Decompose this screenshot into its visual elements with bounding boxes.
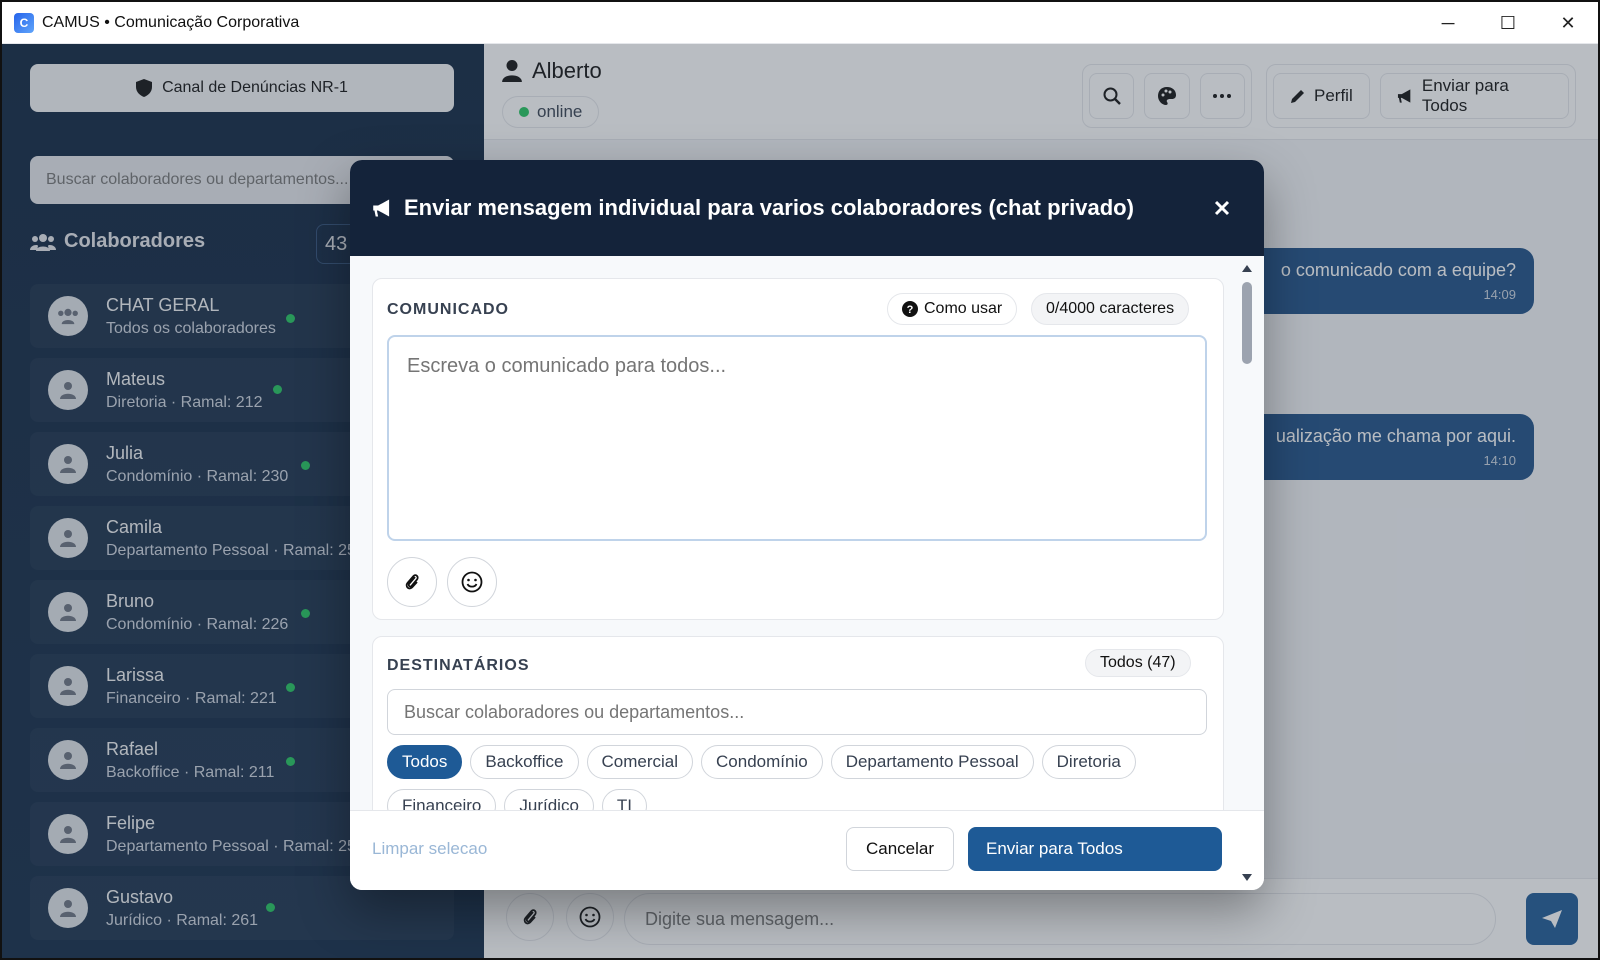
modal-footer: Limpar selecao Cancelar Enviar para Todo… (350, 810, 1264, 890)
app-window: C CAMUS • Comunicação Corporativa ─ ☐ ✕ … (0, 0, 1600, 960)
chip-comercial[interactable]: Comercial (586, 745, 694, 779)
modal-body: COMUNICADO ? Como usar 0/4000 caracteres (350, 256, 1264, 810)
close-window-button[interactable]: ✕ (1538, 2, 1598, 44)
modal-close-button[interactable] (1208, 194, 1236, 222)
chip-departamento-pessoal[interactable]: Departamento Pessoal (830, 745, 1034, 779)
minimize-button[interactable]: ─ (1418, 2, 1478, 44)
window-controls: ─ ☐ ✕ (1418, 2, 1598, 44)
help-button[interactable]: ? Como usar (887, 293, 1018, 325)
communique-card: COMUNICADO ? Como usar 0/4000 caracteres (372, 278, 1224, 620)
recipients-search-input[interactable] (387, 689, 1207, 735)
chip-condominio[interactable]: Condomínio (701, 745, 823, 779)
modal-header: Enviar mensagem individual para varios c… (350, 160, 1264, 256)
scroll-down-icon[interactable] (1242, 874, 1252, 882)
help-label: Como usar (924, 300, 1003, 317)
send-to-all-button[interactable]: Enviar para Todos (968, 827, 1222, 871)
attach-file-button[interactable] (387, 557, 437, 607)
window-title: CAMUS • Comunicação Corporativa (42, 13, 300, 31)
char-counter-text: 0/4000 caracteres (1046, 300, 1175, 317)
title-bar: C CAMUS • Comunicação Corporativa ─ ☐ ✕ (2, 2, 1598, 44)
recipients-card: DESTINATÁRIOS Todos (47) Todos Backoffic… (372, 636, 1224, 810)
chip-financeiro[interactable]: Financeiro (387, 789, 497, 810)
char-counter: 0/4000 caracteres (1031, 293, 1190, 325)
communique-title: COMUNICADO (387, 301, 509, 318)
recipients-total-text: Todos (47) (1100, 654, 1176, 671)
svg-text:?: ? (907, 304, 914, 316)
communique-textarea[interactable] (387, 335, 1207, 541)
megaphone-icon (373, 199, 390, 217)
clear-selection-link[interactable]: Limpar selecao (372, 839, 487, 859)
cancel-button[interactable]: Cancelar (846, 827, 954, 871)
chip-ti[interactable]: TI (601, 789, 648, 810)
recipients-total: Todos (47) (1085, 649, 1191, 677)
emoji-picker-button[interactable] (447, 557, 497, 607)
emoji-icon (461, 571, 483, 593)
recipients-title: DESTINATÁRIOS (387, 657, 530, 674)
close-icon (1214, 200, 1230, 216)
modal-title: Enviar mensagem individual para varios c… (404, 195, 1134, 220)
chip-diretoria[interactable]: Diretoria (1041, 745, 1136, 779)
broadcast-modal: Enviar mensagem individual para varios c… (350, 160, 1264, 890)
chip-backoffice[interactable]: Backoffice (470, 745, 579, 779)
chip-todos[interactable]: Todos (387, 745, 463, 779)
department-chips: Todos Backoffice Comercial Condomínio De… (387, 745, 1207, 810)
app-logo-icon: C (14, 12, 34, 33)
maximize-button[interactable]: ☐ (1478, 2, 1538, 44)
scroll-up-icon[interactable] (1242, 264, 1252, 272)
help-icon: ? (902, 301, 918, 317)
modal-scrollbar-thumb[interactable] (1242, 282, 1252, 364)
paperclip-icon (405, 574, 419, 590)
chip-juridico[interactable]: Jurídico (504, 789, 594, 810)
